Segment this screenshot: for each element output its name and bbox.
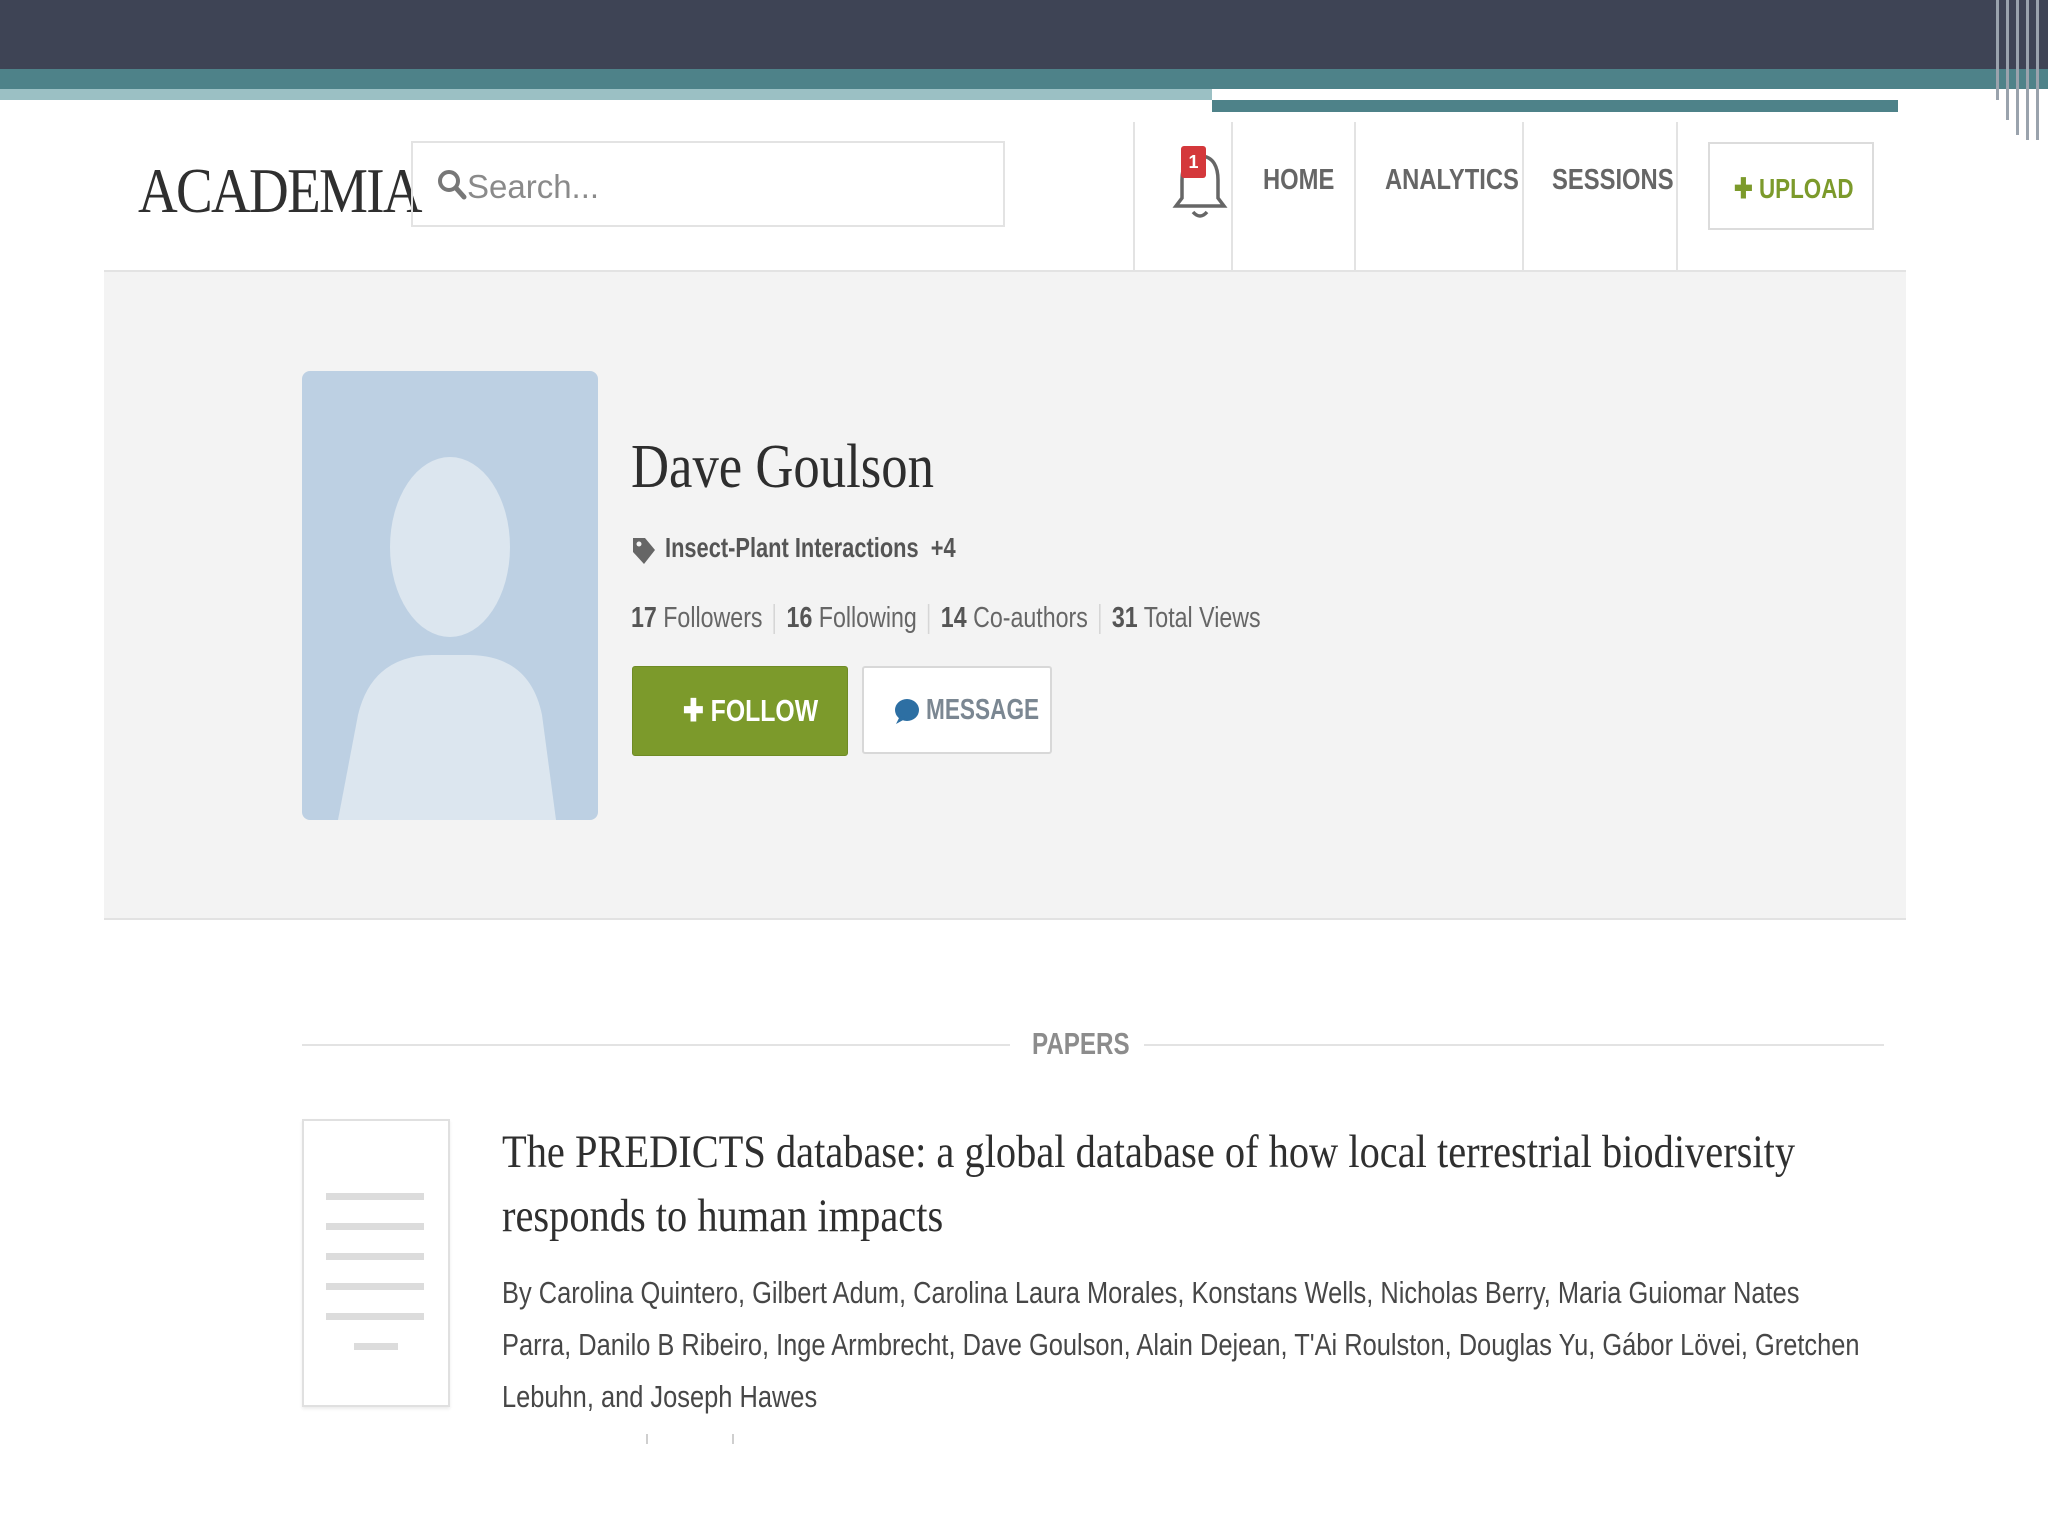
plus-icon: ✚ — [1734, 173, 1759, 204]
avatar[interactable] — [302, 371, 598, 820]
nav-sessions[interactable]: SESSIONS — [1552, 164, 1674, 197]
slide-corner-lines — [1988, 0, 2048, 140]
document-line-icon — [326, 1223, 424, 1230]
academia-logo[interactable]: ACADEMIA — [138, 154, 423, 228]
search-box[interactable] — [411, 141, 1005, 227]
nav-divider — [1676, 122, 1678, 270]
section-divider — [1144, 1044, 1884, 1046]
nav-divider — [1231, 122, 1233, 270]
tag-icon — [633, 538, 655, 564]
slide-accent-band-light — [0, 89, 1212, 100]
paper-thumbnail[interactable] — [302, 1119, 450, 1407]
nav-divider — [1354, 122, 1356, 270]
profile-header: Dave Goulson Insect-Plant Interactions +… — [104, 272, 1906, 920]
default-avatar-icon — [338, 457, 556, 820]
upload-button[interactable]: ✚ UPLOAD — [1708, 142, 1874, 230]
document-line-icon — [326, 1253, 424, 1260]
slide-accent-band-right — [1212, 100, 1898, 112]
stat-followers[interactable]: 17 Followers — [631, 602, 763, 634]
nav-divider — [1133, 122, 1135, 270]
profile-name: Dave Goulson — [631, 433, 934, 501]
document-line-icon — [326, 1193, 424, 1200]
nav-analytics[interactable]: ANALYTICS — [1385, 164, 1519, 197]
search-input[interactable] — [465, 165, 989, 209]
paper-authors: By Carolina Quintero, Gilbert Adum, Caro… — [502, 1275, 1860, 1414]
section-divider — [302, 1044, 1010, 1046]
follow-label: ✚ FOLLOW — [683, 693, 819, 728]
paper-title[interactable]: The PREDICTS database: a global database… — [502, 1120, 1895, 1248]
document-line-icon — [326, 1313, 424, 1320]
slide-accent-band — [0, 69, 2048, 89]
message-button[interactable]: MESSAGE — [862, 666, 1052, 754]
slide-header-bar — [0, 0, 2048, 69]
message-label: MESSAGE — [926, 694, 1040, 726]
academia-screenshot: ACADEMIA 1 HOME ANALYTICS SESSIONS ✚ UPL… — [104, 112, 1906, 1452]
document-line-icon — [326, 1283, 424, 1290]
divider-tick — [732, 1434, 734, 1444]
follow-button[interactable]: ✚ FOLLOW — [632, 666, 848, 756]
more-interests-count: +4 — [930, 532, 956, 563]
nav-home[interactable]: HOME — [1263, 164, 1334, 197]
stat-following[interactable]: 16 Following — [787, 602, 917, 634]
papers-heading: PAPERS — [1032, 1026, 1130, 1061]
document-line-icon — [354, 1343, 398, 1350]
notification-badge: 1 — [1181, 146, 1206, 178]
research-interest-label[interactable]: Insect-Plant Interactions +4 — [665, 532, 956, 564]
divider-tick — [646, 1434, 648, 1444]
plus-icon: ✚ — [683, 693, 711, 728]
nav-divider — [1522, 122, 1524, 270]
speech-bubble-icon — [895, 699, 919, 724]
top-navbar: ACADEMIA 1 HOME ANALYTICS SESSIONS ✚ UPL… — [104, 112, 1906, 272]
stat-total-views[interactable]: 31 Total Views — [1112, 602, 1261, 634]
stat-coauthors[interactable]: 14 Co-authors — [941, 602, 1088, 634]
profile-stats: 17 Followers 16 Following 14 Co-authors 31 … — [631, 602, 1261, 635]
upload-label: ✚ UPLOAD — [1734, 173, 1854, 204]
